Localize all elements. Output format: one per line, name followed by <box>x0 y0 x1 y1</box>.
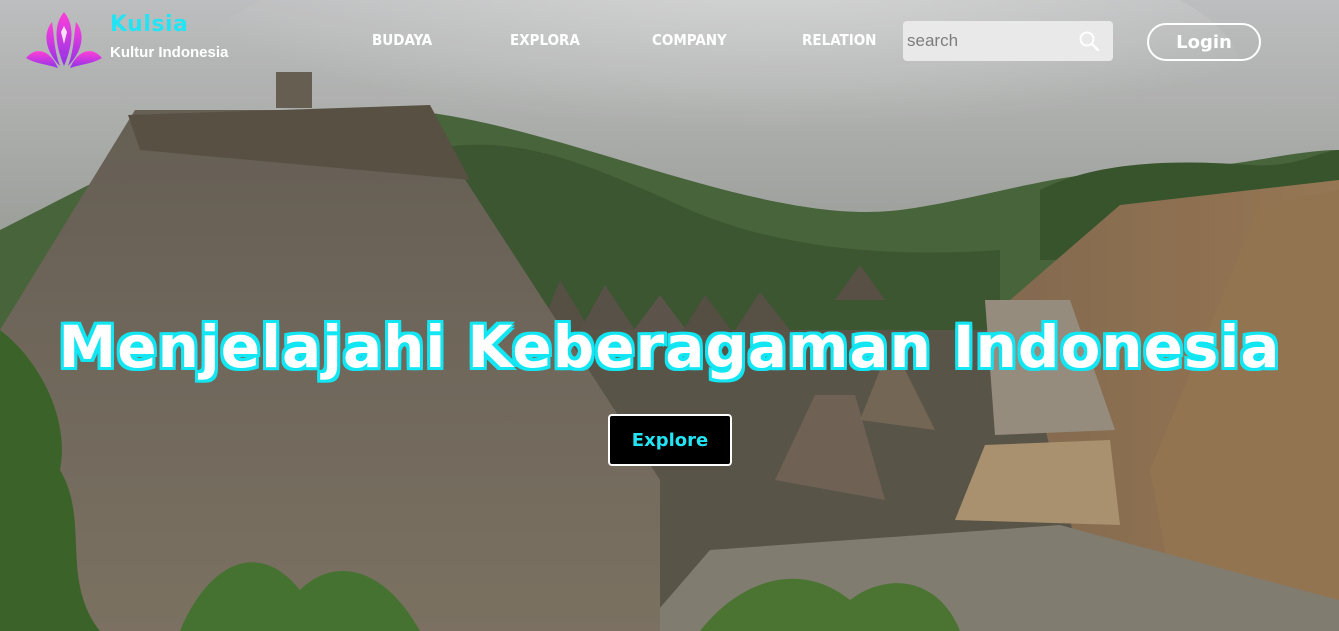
brand-tagline: Kultur Indonesia <box>110 44 229 61</box>
search-icon[interactable] <box>1078 30 1100 52</box>
nav-item-company[interactable]: COMPANY <box>652 30 727 50</box>
nav-item-budaya[interactable]: BUDAYA <box>372 30 432 50</box>
login-button[interactable]: Login <box>1147 23 1261 61</box>
nav-item-explora[interactable]: EXPLORA <box>510 30 580 50</box>
search-input[interactable] <box>903 21 1073 61</box>
feather-crown-icon[interactable] <box>24 8 104 72</box>
brand-name[interactable]: Kulsia <box>110 12 188 38</box>
explore-button[interactable]: Explore <box>608 414 732 466</box>
hero-title: Menjelajahi Keberagaman Indonesia <box>58 313 1281 381</box>
nav-item-relation[interactable]: RELATION <box>802 30 876 50</box>
